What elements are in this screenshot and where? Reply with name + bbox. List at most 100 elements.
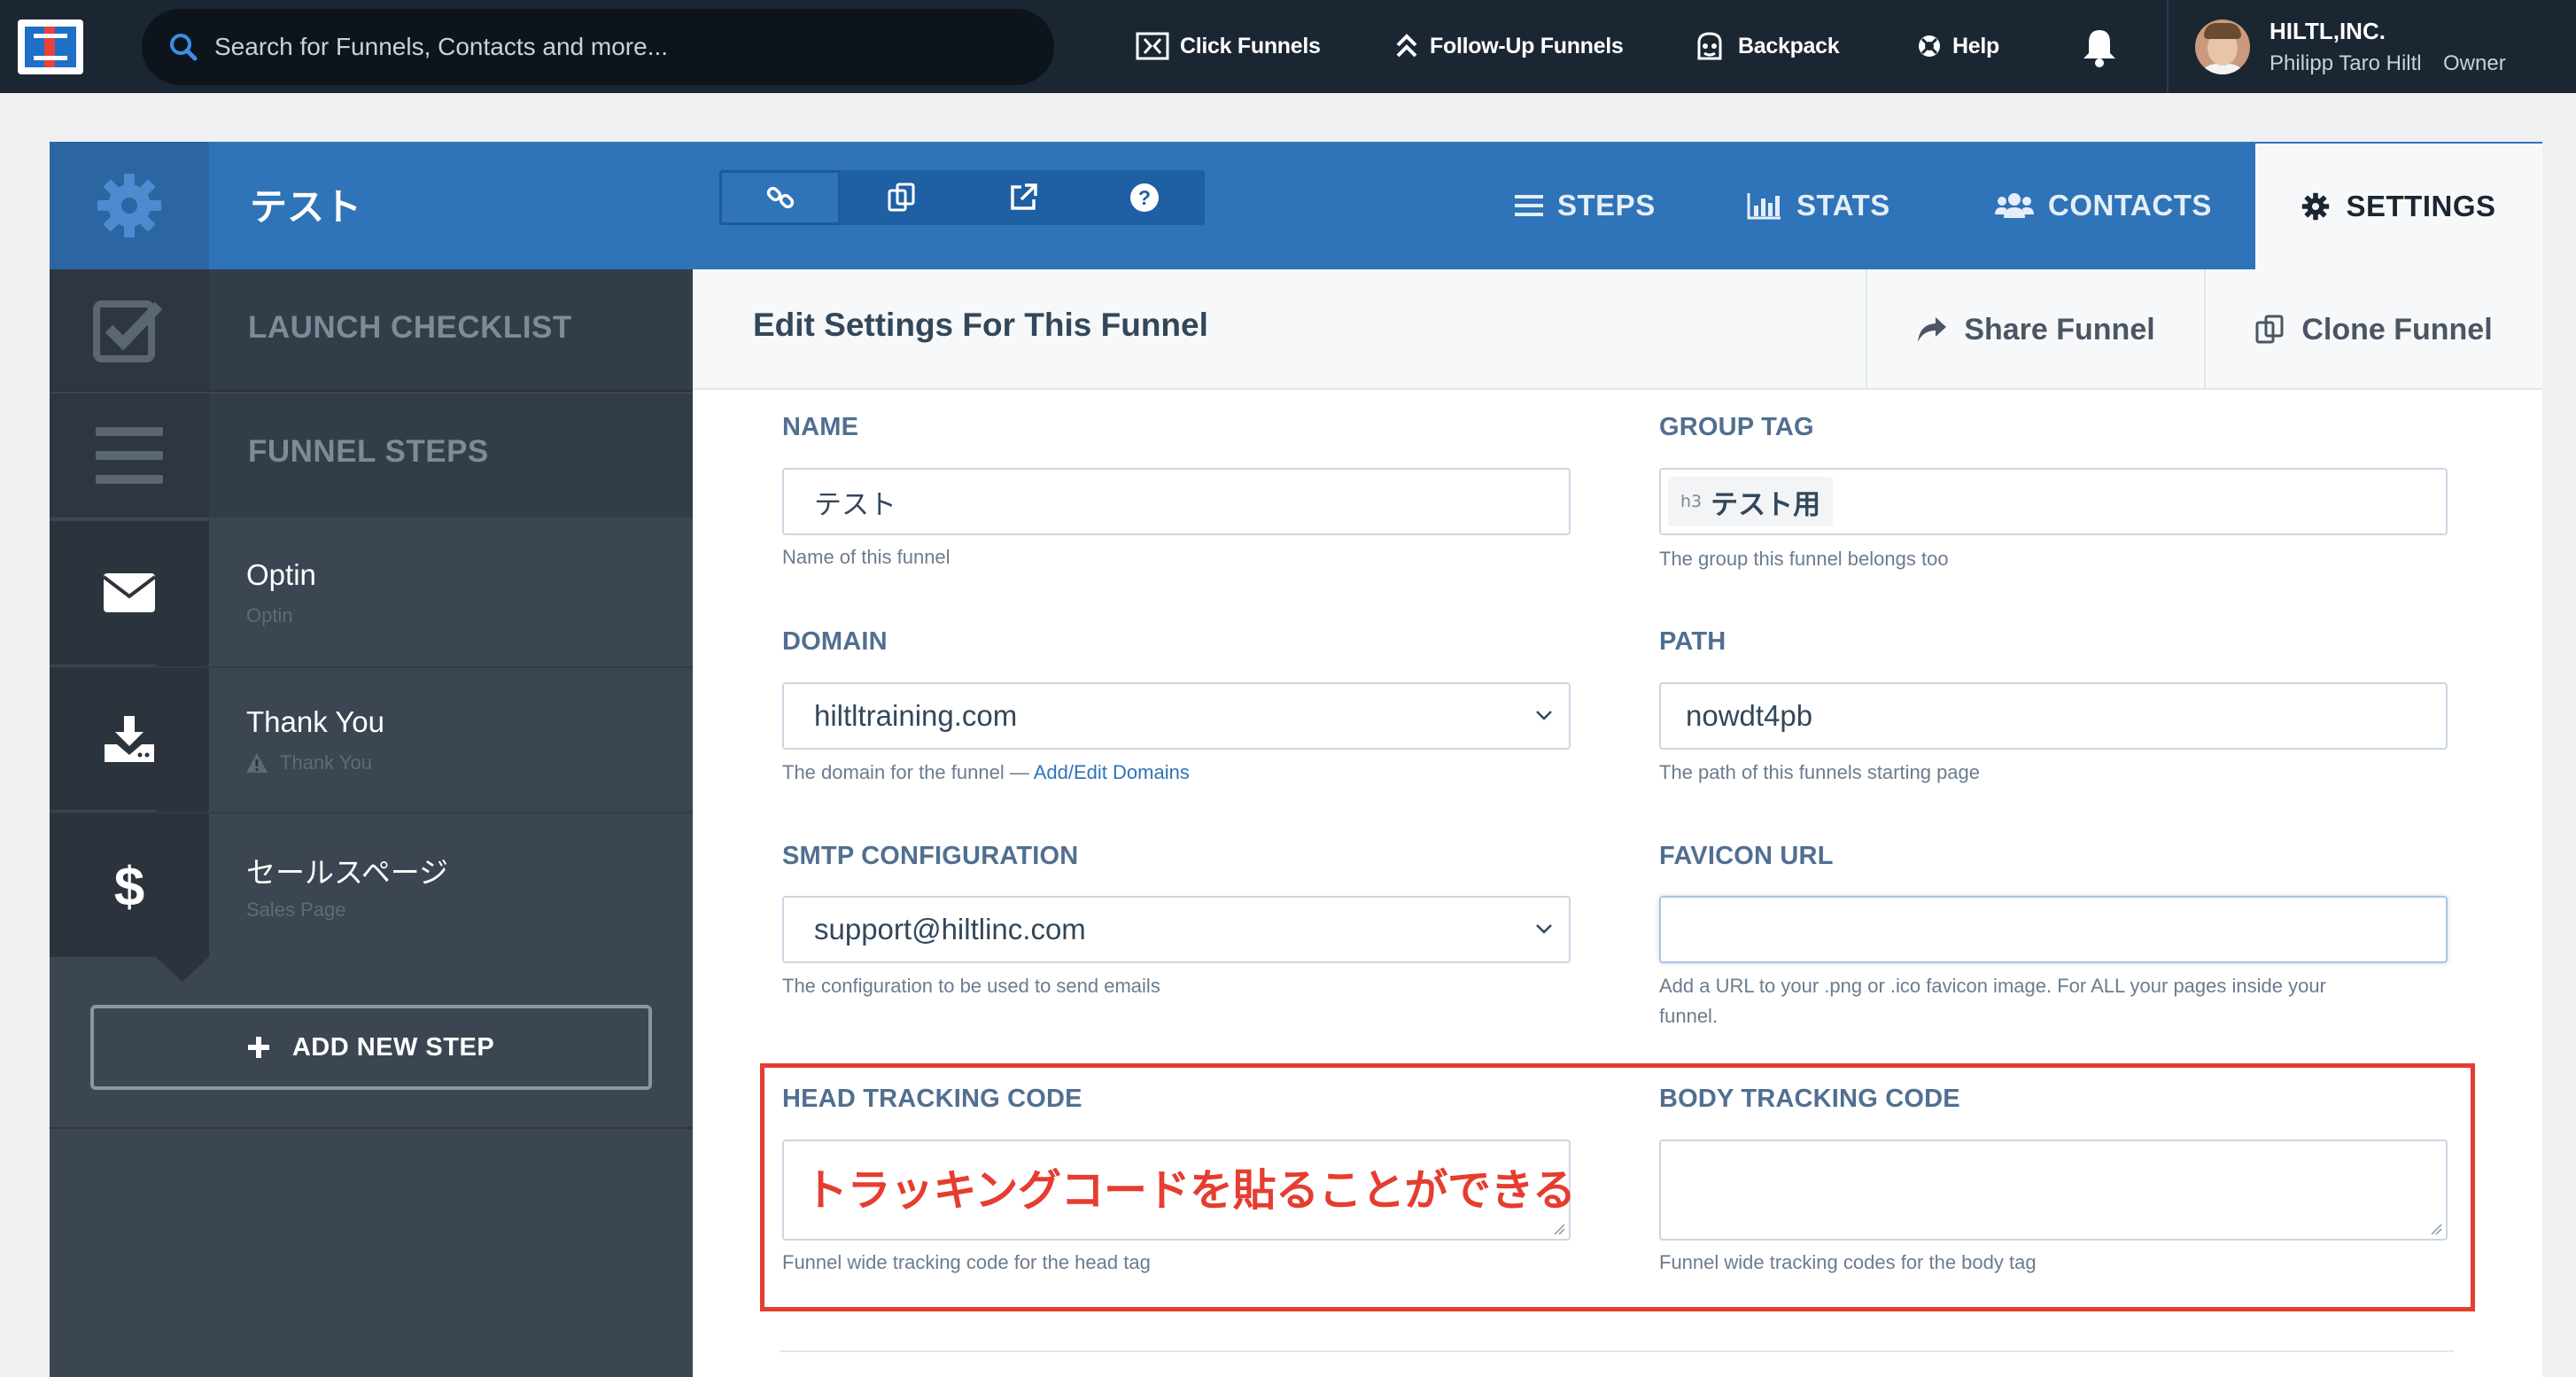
top-navbar: Click Funnels Follow-Up Funnels Backpack… — [0, 0, 2576, 93]
domain-select[interactable]: hiltltraining.com — [782, 682, 1571, 750]
global-search[interactable] — [142, 9, 1054, 85]
name-help: Name of this funnel — [782, 546, 950, 568]
tab-steps[interactable]: STEPS — [1515, 181, 1656, 230]
funnel-step-optin[interactable]: Optin Optin — [50, 521, 693, 665]
sidebar-item-label: FUNNEL STEPS — [248, 434, 489, 469]
clone-icon — [888, 183, 914, 212]
nav-follow-up-funnels[interactable]: Follow-Up Funnels — [1394, 28, 1624, 64]
checkbox-icon — [93, 300, 163, 362]
tab-label: STATS — [1796, 189, 1890, 222]
funnel-title: テスト — [250, 185, 362, 229]
add-edit-domains-link[interactable]: Add/Edit Domains — [1034, 761, 1190, 783]
step-type: Optin — [246, 604, 293, 626]
search-icon — [170, 34, 198, 61]
help-button[interactable]: ? — [1083, 170, 1205, 225]
account-company[interactable]: HILTL,INC. — [2270, 18, 2386, 45]
tab-label: STEPS — [1557, 189, 1656, 222]
tag-prefix: h3 — [1680, 492, 1703, 511]
domain-label: DOMAIN — [782, 627, 888, 656]
group-tag-pill[interactable]: h3 テスト用 — [1668, 477, 1834, 526]
share-funnel-button[interactable]: Share Funnel — [1866, 269, 2204, 390]
tab-label: SETTINGS — [2346, 190, 2496, 222]
step-name: Optin — [246, 558, 316, 591]
tab-stats[interactable]: STATS — [1747, 181, 1890, 230]
step-connector-arrow — [156, 957, 209, 982]
nav-click-funnels[interactable]: Click Funnels — [1136, 28, 1321, 64]
search-input[interactable] — [214, 25, 1012, 69]
share-label: Share Funnel — [1964, 312, 2155, 346]
warning-icon — [246, 753, 268, 773]
account-user: Philipp Taro Hiltl — [2270, 51, 2422, 75]
tag-value: テスト用 — [1711, 488, 1821, 521]
backpack-icon — [1697, 32, 1722, 60]
funnel-step-thank-you[interactable]: Thank You Thank You — [50, 666, 693, 810]
path-help: The path of this funnels starting page — [1659, 761, 1981, 783]
nav-backpack[interactable]: Backpack — [1692, 28, 1840, 64]
path-input[interactable] — [1659, 682, 2448, 750]
funnel-step-sales-page[interactable]: $ セールスページ Sales Page — [50, 812, 693, 957]
name-input[interactable] — [782, 468, 1571, 535]
dollar-icon: $ — [114, 857, 144, 914]
sidebar-item-label: LAUNCH CHECKLIST — [248, 310, 572, 345]
clone-button[interactable] — [841, 170, 962, 225]
external-link-icon — [1010, 183, 1037, 210]
clickfunnels-icon — [1136, 32, 1169, 60]
divider — [2167, 0, 2169, 93]
step-name: セールスページ — [246, 855, 449, 890]
divider — [780, 1350, 2454, 1352]
funnel-tools: ? — [719, 170, 1205, 225]
favicon-label: FAVICON URL — [1659, 842, 1834, 870]
nav-label: Backpack — [1738, 33, 1840, 58]
sidebar-item-funnel-steps[interactable]: FUNNEL STEPS — [50, 393, 693, 517]
clone-icon — [2255, 315, 2284, 344]
funnel-header: テスト ? STEPS STATS CONTACTS SETTINGS — [50, 142, 2542, 269]
plus-icon — [247, 1037, 269, 1058]
favicon-help: Add a URL to your .png or .ico favicon i… — [1659, 975, 2326, 1027]
account-role: Owner — [2443, 51, 2506, 75]
panel-header: Edit Settings For This Funnel Share Funn… — [693, 269, 2542, 390]
annotation-text: トラッキングコードを貼ることができる — [804, 1165, 1576, 1216]
funnel-sidebar: LAUNCH CHECKLIST FUNNEL STEPS Optin Opti… — [50, 269, 693, 1377]
nav-label: Follow-Up Funnels — [1430, 33, 1624, 58]
double-chevron-up-icon — [1396, 34, 1417, 58]
name-label: NAME — [782, 413, 859, 441]
add-new-step-button[interactable]: ADD NEW STEP — [90, 1005, 652, 1090]
nav-label: Help — [1952, 33, 1999, 58]
open-funnel-button[interactable] — [962, 170, 1083, 225]
gear-icon — [2302, 192, 2330, 221]
list-icon — [1515, 195, 1543, 216]
svg-text:?: ? — [1137, 186, 1150, 209]
link-icon — [766, 186, 794, 209]
smtp-select[interactable]: support@hiltlinc.com — [782, 896, 1571, 963]
domain-value: hiltltraining.com — [814, 699, 1018, 732]
funnel-settings-toggle[interactable] — [50, 142, 209, 269]
smtp-help: The configuration to be used to send ema… — [782, 975, 1160, 997]
svg-text:$: $ — [114, 857, 144, 914]
gear-icon — [97, 174, 161, 237]
smtp-label: SMTP CONFIGURATION — [782, 842, 1079, 870]
tab-contacts[interactable]: CONTACTS — [1995, 181, 2212, 230]
clickfunnels-logo[interactable] — [18, 19, 83, 74]
tab-label: CONTACTS — [2048, 189, 2212, 222]
step-name: Thank You — [246, 705, 384, 738]
path-label: PATH — [1659, 627, 1726, 656]
sidebar-item-launch-checklist[interactable]: LAUNCH CHECKLIST — [50, 269, 693, 392]
lifebuoy-icon — [1919, 35, 1940, 57]
favicon-url-input[interactable] — [1659, 896, 2448, 963]
group-tag-help: The group this funnel belongs too — [1659, 548, 1949, 570]
copy-link-button[interactable] — [719, 170, 841, 225]
step-type: Thank You — [246, 751, 372, 774]
nav-label: Click Funnels — [1180, 33, 1321, 58]
nav-help[interactable]: Help — [1917, 28, 1999, 64]
clone-label: Clone Funnel — [2301, 312, 2493, 346]
clone-funnel-button[interactable]: Clone Funnel — [2204, 269, 2542, 390]
bell-icon[interactable] — [2080, 27, 2119, 67]
avatar[interactable] — [2195, 19, 2250, 74]
group-tag-label: GROUP TAG — [1659, 413, 1814, 441]
users-icon — [1995, 193, 2034, 218]
tab-settings[interactable]: SETTINGS — [2255, 144, 2542, 269]
group-tag-input[interactable]: h3 テスト用 — [1659, 468, 2448, 535]
add-step-label: ADD NEW STEP — [291, 1032, 495, 1062]
download-icon — [105, 716, 154, 762]
list-icon — [96, 427, 163, 484]
